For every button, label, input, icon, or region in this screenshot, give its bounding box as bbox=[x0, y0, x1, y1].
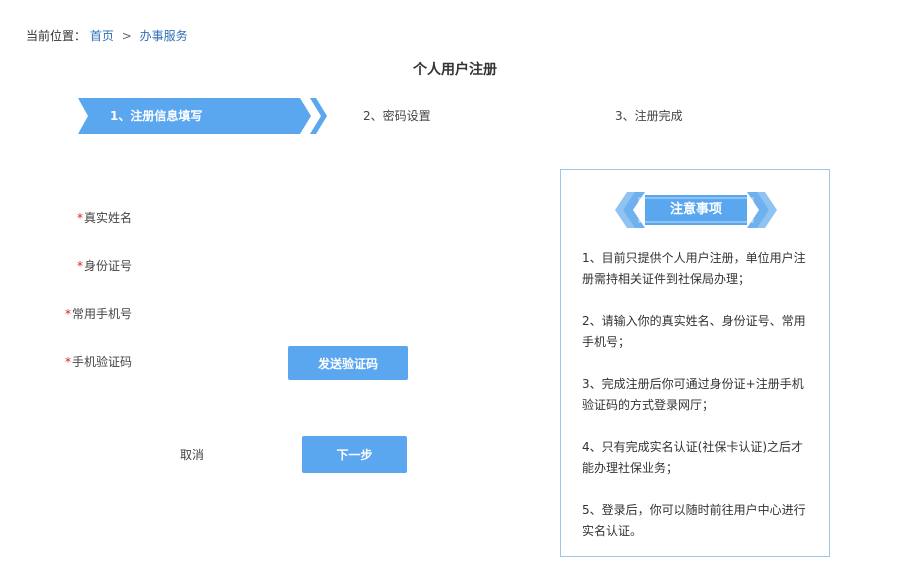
real-name-label: *真实姓名 bbox=[77, 210, 132, 226]
notice-item: 5、登录后，你可以随时前往用户中心进行实名认证。 bbox=[582, 503, 806, 538]
notice-title: 注意事项 bbox=[669, 202, 722, 217]
next-step-button[interactable]: 下一步 bbox=[302, 436, 407, 473]
notice-item: 4、只有完成实名认证(社保卡认证)之后才能办理社保业务； bbox=[582, 440, 803, 475]
phone-label: *常用手机号 bbox=[65, 306, 132, 322]
notice-item: 2、请输入你的真实姓名、身份证号、常用手机号； bbox=[582, 314, 806, 349]
breadcrumb: 当前位置： 首页 > 办事服务 bbox=[26, 28, 188, 44]
breadcrumb-home-link[interactable]: 首页 bbox=[90, 29, 114, 43]
required-mark: * bbox=[77, 259, 83, 273]
real-name-label-text: 真实姓名 bbox=[84, 211, 133, 225]
step-2-label: 2、密码设置 bbox=[363, 109, 431, 123]
phone-label-text: 常用手机号 bbox=[72, 307, 133, 321]
required-mark: * bbox=[65, 307, 71, 321]
required-mark: * bbox=[77, 211, 83, 225]
step-3-label: 3、注册完成 bbox=[615, 109, 683, 123]
notice-panel: 注意事项 1、目前只提供个人用户注册，单位用户注册需持相关证件到社保局办理； 2… bbox=[560, 169, 830, 557]
breadcrumb-separator: > bbox=[121, 29, 132, 43]
notice-item: 1、目前只提供个人用户注册，单位用户注册需持相关证件到社保局办理； bbox=[582, 251, 806, 286]
breadcrumb-label: 当前位置： bbox=[26, 29, 87, 43]
id-number-label-text: 身份证号 bbox=[84, 259, 133, 273]
step-indicator: 1、注册信息填写 2、密码设置 3、注册完成 bbox=[0, 98, 910, 134]
step-1-label: 1、注册信息填写 bbox=[110, 109, 203, 123]
verification-code-label-text: 手机验证码 bbox=[72, 355, 133, 369]
id-number-label: *身份证号 bbox=[77, 258, 132, 274]
send-code-button[interactable]: 发送验证码 bbox=[288, 346, 408, 380]
required-mark: * bbox=[65, 355, 71, 369]
notice-item: 3、完成注册后你可通过身份证+注册手机验证码的方式登录网厅； bbox=[582, 377, 804, 412]
verification-code-label: *手机验证码 bbox=[65, 354, 132, 370]
page-title: 个人用户注册 bbox=[413, 62, 497, 78]
breadcrumb-current-link[interactable]: 办事服务 bbox=[140, 29, 188, 43]
cancel-button[interactable]: 取消 bbox=[180, 446, 204, 463]
